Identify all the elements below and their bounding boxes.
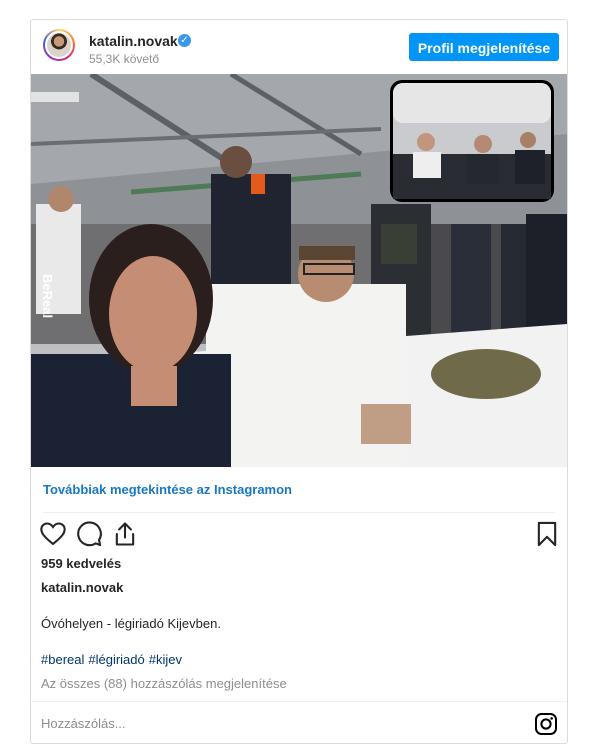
hashtag-link[interactable]: #bereal — [41, 652, 84, 667]
view-profile-button[interactable]: Profil megjelenítése — [409, 33, 559, 61]
like-count[interactable]: 959 kedvelés — [41, 556, 121, 571]
comment-input[interactable] — [41, 712, 501, 734]
bereal-watermark: BeReal — [40, 274, 55, 318]
instagram-logo-icon[interactable] — [534, 712, 558, 736]
caption-text: Óvóhelyen - légiriadó Kijevben. — [41, 616, 221, 631]
header-username[interactable]: katalin.novak — [89, 33, 178, 49]
bookmark-icon[interactable] — [533, 520, 561, 548]
comment-icon[interactable] — [75, 520, 103, 548]
divider — [31, 701, 567, 702]
heart-icon[interactable] — [39, 520, 67, 548]
inset-front-camera-photo — [390, 80, 554, 202]
verified-badge-icon: ✓ — [178, 34, 191, 47]
divider — [43, 512, 555, 513]
view-on-instagram-link[interactable]: Továbbiak megtekintése az Instagramon — [43, 482, 292, 497]
view-all-comments-link[interactable]: Az összes (88) hozzászólás megjelenítése — [41, 676, 287, 691]
caption-username[interactable]: katalin.novak — [41, 580, 123, 595]
post-photo[interactable]: BeReal — [31, 74, 567, 467]
avatar[interactable] — [43, 29, 75, 61]
post-header: katalin.novak ✓ 55,3K követő Profil megj… — [31, 20, 567, 74]
follower-count: 55,3K követő — [89, 52, 160, 66]
hashtag-link[interactable]: #kijev — [149, 652, 182, 667]
post-actions — [39, 520, 559, 548]
instagram-embed-card: katalin.novak ✓ 55,3K követő Profil megj… — [30, 19, 568, 744]
hashtag-link[interactable]: #légiriadó — [88, 652, 144, 667]
share-icon[interactable] — [111, 520, 139, 548]
hashtag-list: #bereal #légiriadó #kijev — [41, 652, 186, 667]
